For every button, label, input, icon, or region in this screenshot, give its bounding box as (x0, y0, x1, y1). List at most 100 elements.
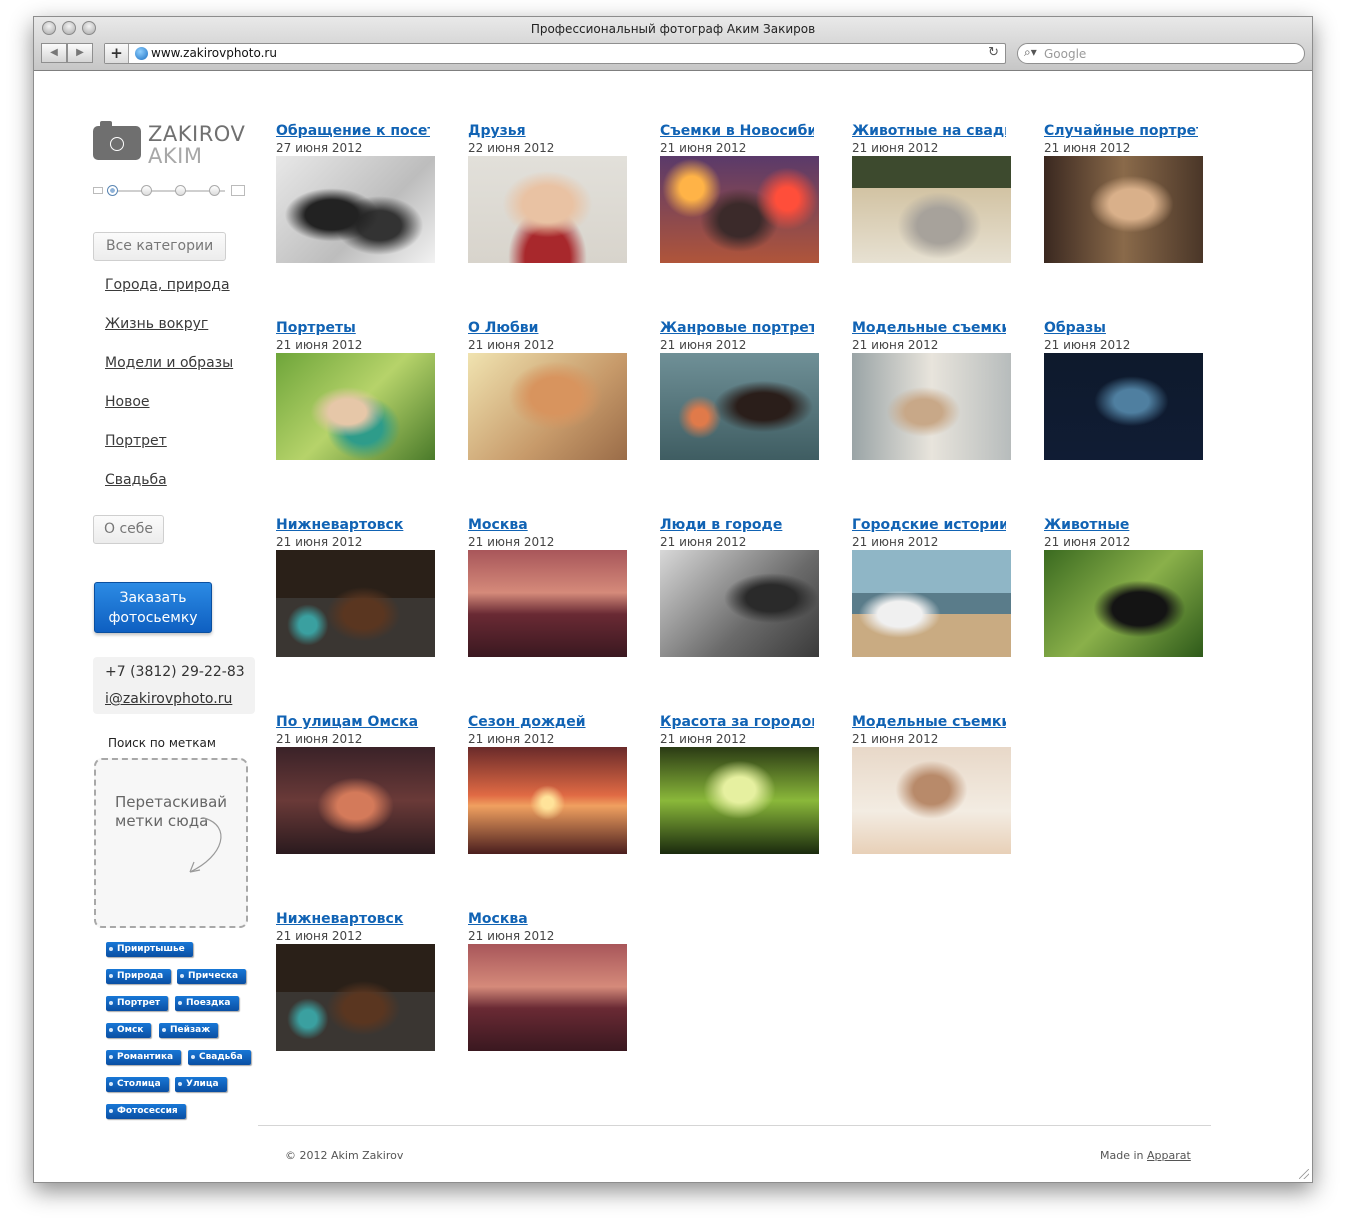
tag-chip[interactable]: Портрет (106, 996, 169, 1011)
tag-chip[interactable]: Пейзаж (159, 1023, 219, 1038)
tag-chip[interactable]: Свадьба (188, 1050, 251, 1065)
album-date: 21 июня 2012 (1044, 338, 1131, 352)
album-title-link[interactable]: Обращение к посетителям (276, 122, 430, 140)
category-link[interactable]: Портрет (105, 433, 167, 449)
album-title-link[interactable]: Модельные съемки (852, 319, 1006, 337)
album-title-link[interactable]: Сезон дождей (468, 713, 622, 731)
album-title-link[interactable]: Животные (1044, 516, 1198, 534)
reload-icon[interactable]: ↻ (988, 45, 999, 60)
album-thumbnail[interactable] (852, 747, 1011, 854)
album-thumbnail[interactable] (852, 550, 1011, 657)
tag-drop-zone[interactable]: Перетаскивай метки сюда (94, 758, 248, 928)
album-title-link[interactable]: Друзья (468, 122, 622, 140)
slider-step[interactable] (175, 185, 186, 196)
album-title-link[interactable]: Образы (1044, 319, 1198, 337)
album-date: 21 июня 2012 (852, 732, 939, 746)
all-categories-button[interactable]: Все категории (93, 232, 227, 261)
gallery-item: Москва 21 июня 2012 (468, 516, 628, 657)
album-title-link[interactable]: Модельные съемки М (852, 713, 1006, 731)
album-thumbnail[interactable] (1044, 353, 1203, 460)
album-date: 21 июня 2012 (468, 338, 555, 352)
album-title-link[interactable]: Случайные портреты (1044, 122, 1198, 140)
back-arrow-icon[interactable]: ◀ (41, 43, 67, 63)
album-title-link[interactable]: Нижневартовск (276, 910, 430, 928)
album-date: 21 июня 2012 (660, 338, 747, 352)
order-photoshoot-button[interactable]: Заказать фотосьемку (94, 582, 212, 633)
about-button[interactable]: О себе (93, 515, 165, 544)
tag-chip[interactable]: Природа (106, 969, 172, 984)
album-title-link[interactable]: Москва (468, 516, 622, 534)
album-thumbnail[interactable] (468, 550, 627, 657)
album-thumbnail[interactable] (468, 944, 627, 1051)
album-thumbnail[interactable] (276, 944, 435, 1051)
album-thumbnail[interactable] (468, 156, 627, 263)
tag-chip[interactable]: Столица (106, 1077, 169, 1092)
album-thumbnail[interactable] (468, 353, 627, 460)
site-logo[interactable]: ZAKIROV AKIM (93, 121, 245, 167)
add-bookmark-button[interactable]: + (105, 44, 129, 63)
album-title-link[interactable]: По улицам Омска (276, 713, 430, 731)
thumbnail-size-slider[interactable] (93, 184, 245, 198)
tag-chip[interactable]: Улица (175, 1077, 227, 1092)
search-field[interactable]: ⌕▾ Google (1017, 43, 1305, 64)
forward-arrow-icon[interactable]: ▶ (67, 43, 93, 63)
gallery-item: Животные на свадьбе 21 июня 2012 (852, 122, 1012, 263)
category-link[interactable]: Свадьба (105, 472, 167, 488)
address-bar[interactable]: + www.zakirovphoto.ru ↻ (104, 43, 1006, 64)
tag-chip[interactable]: Прииртышье (106, 942, 193, 957)
search-placeholder: Google (1044, 47, 1087, 61)
album-title-link[interactable]: Красота за городом (660, 713, 814, 731)
album-thumbnail[interactable] (852, 156, 1011, 263)
tag-chip[interactable]: Фотосессия (106, 1104, 186, 1119)
album-thumbnail[interactable] (1044, 550, 1203, 657)
album-date: 21 июня 2012 (468, 535, 555, 549)
album-title-link[interactable]: Съемки в Новосибирске (660, 122, 814, 140)
album-date: 21 июня 2012 (276, 929, 363, 943)
album-thumbnail[interactable] (276, 353, 435, 460)
album-thumbnail[interactable] (468, 747, 627, 854)
gallery-item: Модельные съемки М 21 июня 2012 (852, 713, 1012, 854)
category-link[interactable]: Жизнь вокруг (105, 316, 208, 332)
tag-chip[interactable]: Романтика (106, 1050, 182, 1065)
album-thumbnail[interactable] (276, 747, 435, 854)
album-date: 21 июня 2012 (660, 535, 747, 549)
album-title-link[interactable]: Жанровые портреты (660, 319, 814, 337)
album-date: 21 июня 2012 (852, 338, 939, 352)
category-link[interactable]: Модели и образы (105, 355, 233, 371)
slider-step[interactable] (209, 185, 220, 196)
album-title-link[interactable]: О Любви (468, 319, 622, 337)
album-thumbnail[interactable] (660, 747, 819, 854)
email-link[interactable]: i@zakirovphoto.ru (105, 691, 232, 707)
apparat-link[interactable]: Apparat (1147, 1149, 1191, 1162)
url-text[interactable]: www.zakirovphoto.ru (151, 46, 277, 60)
slider-step[interactable] (107, 185, 118, 196)
album-title-link[interactable]: Городские истории (852, 516, 1006, 534)
album-thumbnail[interactable] (276, 156, 435, 263)
album-date: 21 июня 2012 (852, 141, 939, 155)
album-thumbnail[interactable] (852, 353, 1011, 460)
album-date: 21 июня 2012 (276, 732, 363, 746)
tag-chip[interactable]: Омск (106, 1023, 152, 1038)
album-thumbnail[interactable] (1044, 156, 1203, 263)
album-thumbnail[interactable] (660, 550, 819, 657)
album-date: 21 июня 2012 (660, 732, 747, 746)
album-title-link[interactable]: Животные на свадьбе (852, 122, 1006, 140)
gallery-item: Москва 21 июня 2012 (468, 910, 628, 1051)
album-thumbnail[interactable] (660, 156, 819, 263)
album-thumbnail[interactable] (660, 353, 819, 460)
album-title-link[interactable]: Нижневартовск (276, 516, 430, 534)
album-title-link[interactable]: Портреты (276, 319, 430, 337)
gallery-item: Портреты 21 июня 2012 (276, 319, 436, 460)
album-thumbnail[interactable] (276, 550, 435, 657)
window-resize-grip[interactable] (1299, 1169, 1309, 1179)
category-link[interactable]: Новое (105, 394, 150, 410)
slider-step[interactable] (141, 185, 152, 196)
tag-search-label: Поиск по меткам (108, 736, 216, 750)
tag-chip[interactable]: Прическа (177, 969, 247, 984)
slider-track[interactable] (107, 190, 225, 192)
tag-chip[interactable]: Поездка (175, 996, 239, 1011)
large-image-icon (231, 185, 245, 196)
album-title-link[interactable]: Москва (468, 910, 622, 928)
album-title-link[interactable]: Люди в городе (660, 516, 814, 534)
category-link[interactable]: Города, природа (105, 277, 230, 293)
